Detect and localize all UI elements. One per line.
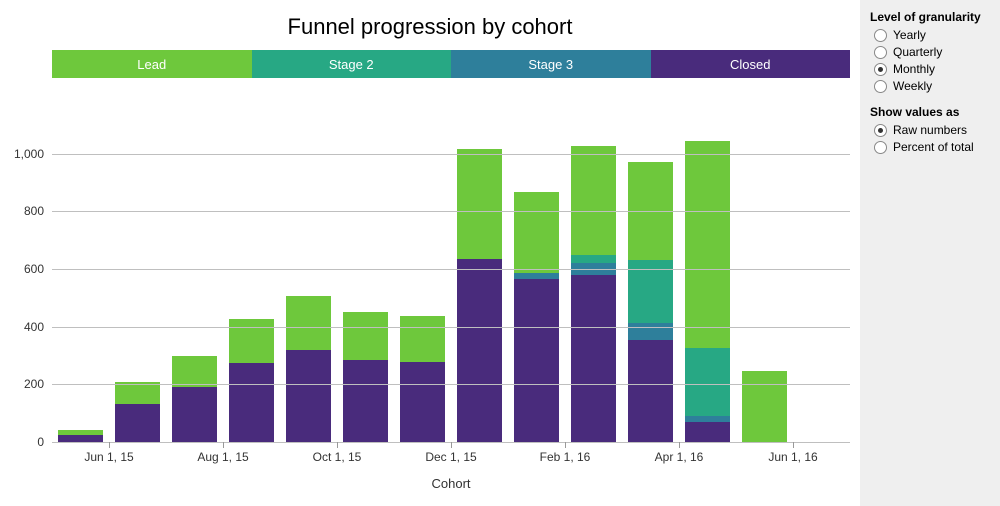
legend-item-stage3[interactable]: Stage 3	[451, 50, 651, 78]
bar-segment-closed[interactable]	[229, 363, 273, 442]
x-tick-label: Dec 1, 15	[425, 450, 476, 464]
bar-segment-lead[interactable]	[571, 146, 615, 255]
legend-label: Stage 2	[329, 57, 374, 72]
bar-segment-closed[interactable]	[571, 275, 615, 442]
radio-label: Yearly	[893, 28, 926, 42]
bar-segment-closed[interactable]	[286, 350, 330, 442]
bar[interactable]	[457, 123, 501, 442]
radio-icon	[874, 124, 887, 137]
bar[interactable]	[628, 131, 672, 442]
x-tick-label: Aug 1, 15	[197, 450, 248, 464]
bar-segment-stage2[interactable]	[571, 255, 615, 263]
radio-option-granularity[interactable]: Quarterly	[874, 45, 990, 59]
radio-icon	[874, 63, 887, 76]
bar[interactable]	[514, 148, 558, 442]
bar-segment-closed[interactable]	[514, 279, 558, 442]
bar-segment-lead[interactable]	[685, 141, 729, 348]
bar[interactable]	[685, 119, 729, 442]
x-tick-label: Jun 1, 15	[84, 450, 133, 464]
bar-segment-lead[interactable]	[400, 316, 444, 362]
values-as-heading: Show values as	[870, 105, 990, 119]
radio-icon	[874, 29, 887, 42]
bar-segment-stage3[interactable]	[628, 323, 672, 340]
bar[interactable]	[742, 285, 786, 442]
grid-line	[52, 211, 850, 212]
y-tick-label: 400	[24, 320, 52, 334]
grid-line	[52, 154, 850, 155]
controls-panel: Level of granularity Yearly Quarterly Mont…	[860, 0, 1000, 506]
x-tick-mark	[679, 442, 680, 448]
bar[interactable]	[286, 217, 330, 442]
x-tick-label: Jun 1, 16	[768, 450, 817, 464]
bar-segment-closed[interactable]	[115, 404, 159, 442]
bar[interactable]	[571, 122, 615, 442]
radio-label: Percent of total	[893, 140, 974, 154]
radio-option-values_as[interactable]: Raw numbers	[874, 123, 990, 137]
x-tick-mark	[337, 442, 338, 448]
radio-label: Weekly	[893, 79, 932, 93]
x-tick-label: Apr 1, 16	[655, 450, 704, 464]
grid-line	[52, 269, 850, 270]
bar-segment-closed[interactable]	[343, 360, 387, 442]
grid-line	[52, 327, 850, 328]
legend-label: Closed	[730, 57, 770, 72]
y-tick-label: 800	[24, 204, 52, 218]
legend-item-stage2[interactable]: Stage 2	[252, 50, 452, 78]
radio-label: Quarterly	[893, 45, 942, 59]
bar-segment-closed[interactable]	[172, 387, 216, 442]
x-tick-mark	[109, 442, 110, 448]
legend-label: Lead	[137, 57, 166, 72]
y-tick-label: 0	[37, 435, 52, 449]
bar-segment-closed[interactable]	[400, 362, 444, 442]
radio-option-granularity[interactable]: Monthly	[874, 62, 990, 76]
radio-option-granularity[interactable]: Yearly	[874, 28, 990, 42]
radio-option-values_as[interactable]: Percent of total	[874, 140, 990, 154]
chart-title: Funnel progression by cohort	[0, 14, 860, 40]
bar-segment-lead[interactable]	[286, 296, 330, 350]
radio-option-granularity[interactable]: Weekly	[874, 79, 990, 93]
legend-item-closed[interactable]: Closed	[651, 50, 851, 78]
x-tick-mark	[565, 442, 566, 448]
bar-segment-closed[interactable]	[685, 422, 729, 442]
legend-label: Stage 3	[528, 57, 573, 72]
bar[interactable]	[400, 233, 444, 442]
x-tick-label: Oct 1, 15	[313, 450, 362, 464]
bar[interactable]	[58, 379, 102, 442]
plot-area: 02004006008001,000	[52, 96, 850, 442]
legend: Lead Stage 2 Stage 3 Closed	[52, 50, 850, 78]
radio-icon	[874, 141, 887, 154]
bar-segment-lead[interactable]	[343, 312, 387, 360]
bar[interactable]	[115, 298, 159, 442]
bar-segment-lead[interactable]	[514, 192, 558, 273]
x-axis: Jun 1, 15 Aug 1, 15 Oct 1, 15 Dec 1, 15 Feb …	[52, 442, 850, 476]
bar-segment-lead[interactable]	[172, 356, 216, 388]
y-tick-label: 600	[24, 262, 52, 276]
x-tick-mark	[223, 442, 224, 448]
grid-line	[52, 384, 850, 385]
bar-segment-closed[interactable]	[457, 259, 501, 442]
bar[interactable]	[172, 269, 216, 442]
bar-segment-closed[interactable]	[628, 340, 672, 442]
radio-icon	[874, 46, 887, 59]
y-tick-label: 1,000	[14, 147, 52, 161]
x-tick-mark	[451, 442, 452, 448]
legend-item-lead[interactable]: Lead	[52, 50, 252, 78]
x-axis-label: Cohort	[52, 476, 850, 491]
x-tick-label: Feb 1, 16	[540, 450, 591, 464]
radio-label: Raw numbers	[893, 123, 967, 137]
bar-segment-stage2[interactable]	[685, 348, 729, 417]
granularity-heading: Level of granularity	[870, 10, 990, 24]
radio-label: Monthly	[893, 62, 935, 76]
x-tick-mark	[793, 442, 794, 448]
bar-segment-lead[interactable]	[457, 149, 501, 259]
radio-icon	[874, 80, 887, 93]
bar[interactable]	[229, 236, 273, 442]
y-tick-label: 200	[24, 377, 52, 391]
bar-segment-closed[interactable]	[58, 435, 102, 442]
bar[interactable]	[343, 230, 387, 442]
bar-segment-lead[interactable]	[742, 371, 786, 442]
